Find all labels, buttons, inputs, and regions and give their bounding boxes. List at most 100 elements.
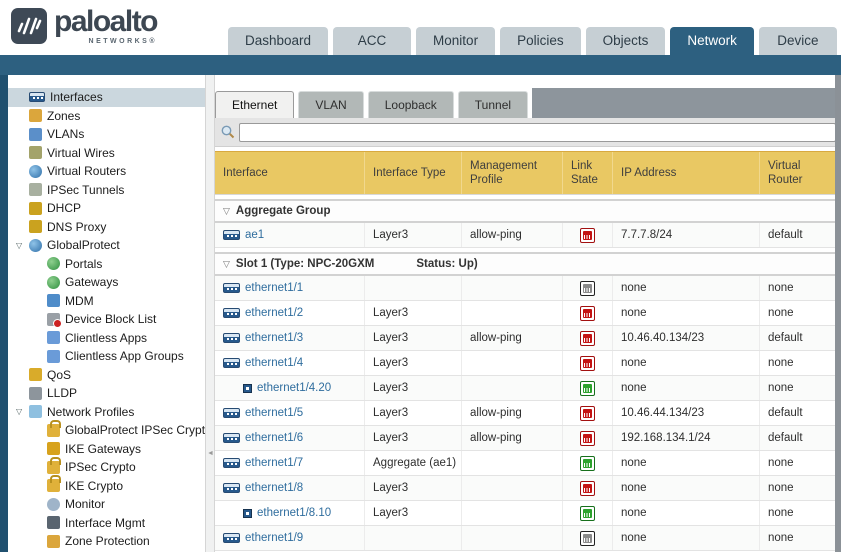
interface-link[interactable]: ethernet1/6: [245, 432, 303, 444]
ip-address-cell: none: [613, 351, 760, 375]
interface-link[interactable]: ethernet1/4.20: [257, 382, 331, 394]
sidebar-item-dhcp[interactable]: DHCP: [8, 199, 205, 218]
interfaces-icon: [29, 92, 45, 102]
column-header-ip-address[interactable]: IP Address: [613, 152, 760, 194]
interface-link[interactable]: ethernet1/4: [245, 357, 303, 369]
management-profile-cell: [462, 276, 563, 300]
sidebar-item-clientless-apps[interactable]: Clientless Apps: [8, 329, 205, 348]
interface-type-cell: Layer3: [365, 476, 462, 500]
ip-address-cell: none: [613, 301, 760, 325]
column-header-management-profile[interactable]: Management Profile: [462, 152, 563, 194]
sidebar-item-lldp[interactable]: LLDP: [8, 384, 205, 403]
interface-link[interactable]: ethernet1/3: [245, 332, 303, 344]
subtab-loopback[interactable]: Loopback: [368, 91, 454, 118]
tab-objects[interactable]: Objects: [586, 27, 666, 55]
row-ethernet1-7[interactable]: ethernet1/7 Aggregate (ae1) none none: [215, 451, 841, 476]
interfaces-table: InterfaceInterface TypeManagement Profil…: [215, 151, 841, 551]
tab-device[interactable]: Device: [759, 27, 837, 55]
virtual-router-cell: default: [760, 326, 841, 350]
tab-acc[interactable]: ACC: [333, 27, 411, 55]
row-ethernet1-1[interactable]: ethernet1/1 none none: [215, 276, 841, 301]
sidebar-splitter[interactable]: ◄: [205, 75, 215, 552]
sidebar-item-zones[interactable]: Zones: [8, 107, 205, 126]
sidebar-item-mdm[interactable]: MDM: [8, 292, 205, 311]
row-ethernet1-8-10[interactable]: ethernet1/8.10 Layer3 none none: [215, 501, 841, 526]
expander-icon[interactable]: ▽: [16, 241, 29, 250]
subtab-tunnel[interactable]: Tunnel: [458, 91, 528, 118]
expander-icon[interactable]: ▽: [16, 407, 29, 416]
interface-link[interactable]: ethernet1/1: [245, 282, 303, 294]
top-header: paloalto NETWORKS® DashboardACCMonitorPo…: [0, 0, 841, 55]
sidebar-item-ike-gateways[interactable]: IKE Gateways: [8, 440, 205, 459]
virtual-router-cell: none: [760, 351, 841, 375]
sidebar-item-interfaces[interactable]: Interfaces: [8, 88, 205, 107]
sidebar-item-globalprotect-ipsec-crypto[interactable]: GlobalProtect IPSec Crypto: [8, 421, 205, 440]
interface-type-cell: Layer3: [365, 223, 462, 247]
sidebar-item-dns-proxy[interactable]: DNS Proxy: [8, 218, 205, 237]
search-icon[interactable]: [220, 124, 236, 140]
link-state-down-icon: [580, 356, 595, 371]
interface-type-cell: [365, 526, 462, 550]
group-expander-icon[interactable]: ▽: [223, 259, 230, 270]
sidebar-item-ipsec-crypto[interactable]: IPSec Crypto: [8, 458, 205, 477]
interface-link[interactable]: ethernet1/5: [245, 407, 303, 419]
group-row-slot-1-type-npc-20gxm[interactable]: ▽ Slot 1 (Type: NPC-20GXM Status: Up): [215, 252, 841, 276]
filter-input[interactable]: [239, 123, 836, 142]
interface-link[interactable]: ae1: [245, 229, 264, 241]
table-body: ▽ Aggregate Group ae1 Layer3 allow-ping …: [215, 199, 841, 551]
sidebar-item-qos[interactable]: QoS: [8, 366, 205, 385]
virtual-router-cell: none: [760, 526, 841, 550]
interface-link[interactable]: ethernet1/8.10: [257, 507, 331, 519]
row-ethernet1-4-20[interactable]: ethernet1/4.20 Layer3 none none: [215, 376, 841, 401]
row-ethernet1-5[interactable]: ethernet1/5 Layer3 allow-ping 10.46.44.1…: [215, 401, 841, 426]
ike-crypto-icon: [47, 479, 60, 492]
subinterface-icon: [243, 384, 252, 393]
subtab-ethernet[interactable]: Ethernet: [215, 91, 294, 118]
group-row-aggregate-group[interactable]: ▽ Aggregate Group: [215, 199, 841, 223]
sidebar-item-gateways[interactable]: Gateways: [8, 273, 205, 292]
tab-network[interactable]: Network: [670, 27, 754, 55]
row-ethernet1-3[interactable]: ethernet1/3 Layer3 allow-ping 10.46.40.1…: [215, 326, 841, 351]
row-ethernet1-6[interactable]: ethernet1/6 Layer3 allow-ping 192.168.13…: [215, 426, 841, 451]
column-header-interface[interactable]: Interface: [215, 152, 365, 194]
sidebar-item-globalprotect[interactable]: ▽ GlobalProtect: [8, 236, 205, 255]
column-header-virtual-router[interactable]: Virtual Router: [760, 152, 841, 194]
row-ethernet1-9[interactable]: ethernet1/9 none none: [215, 526, 841, 551]
sidebar-item-virtual-routers[interactable]: Virtual Routers: [8, 162, 205, 181]
tab-dashboard[interactable]: Dashboard: [228, 27, 328, 55]
sidebar-item-zone-protection[interactable]: Zone Protection: [8, 532, 205, 551]
link-state-down-icon: [580, 481, 595, 496]
link-state-down-icon: [580, 406, 595, 421]
tab-policies[interactable]: Policies: [500, 27, 581, 55]
sidebar-item-portals[interactable]: Portals: [8, 255, 205, 274]
subtab-vlan[interactable]: VLAN: [298, 91, 363, 118]
sidebar-item-interface-mgmt[interactable]: Interface Mgmt: [8, 514, 205, 533]
app-window: paloalto NETWORKS® DashboardACCMonitorPo…: [0, 0, 841, 552]
sidebar-item-ipsec-tunnels[interactable]: IPSec Tunnels: [8, 181, 205, 200]
interface-link[interactable]: ethernet1/8: [245, 482, 303, 494]
column-header-link-state[interactable]: Link State: [563, 152, 613, 194]
sidebar-item-ike-crypto[interactable]: IKE Crypto: [8, 477, 205, 496]
sidebar-item-network-profiles[interactable]: ▽ Network Profiles: [8, 403, 205, 422]
sidebar-item-monitor[interactable]: Monitor: [8, 495, 205, 514]
collapse-sidebar-icon[interactable]: ◄: [207, 450, 214, 457]
tab-monitor[interactable]: Monitor: [416, 27, 495, 55]
interface-link[interactable]: ethernet1/2: [245, 307, 303, 319]
scrollbar-track[interactable]: [835, 75, 841, 552]
virtual-router-cell: default: [760, 223, 841, 247]
interface-type-cell: Layer3: [365, 301, 462, 325]
row-ethernet1-2[interactable]: ethernet1/2 Layer3 none none: [215, 301, 841, 326]
sidebar-item-device-block-list[interactable]: Device Block List: [8, 310, 205, 329]
sidebar-item-clientless-app-groups[interactable]: Clientless App Groups: [8, 347, 205, 366]
sidebar-item-virtual-wires[interactable]: Virtual Wires: [8, 144, 205, 163]
interface-link[interactable]: ethernet1/7: [245, 457, 303, 469]
ipsec-crypto-icon: [47, 461, 60, 474]
network-profiles-icon: [29, 405, 42, 418]
interface-link[interactable]: ethernet1/9: [245, 532, 303, 544]
sidebar-item-vlans[interactable]: VLANs: [8, 125, 205, 144]
column-header-interface-type[interactable]: Interface Type: [365, 152, 462, 194]
row-ethernet1-8[interactable]: ethernet1/8 Layer3 none none: [215, 476, 841, 501]
row-ae1[interactable]: ae1 Layer3 allow-ping 7.7.7.8/24 default: [215, 223, 841, 248]
row-ethernet1-4[interactable]: ethernet1/4 Layer3 none none: [215, 351, 841, 376]
group-expander-icon[interactable]: ▽: [223, 206, 230, 217]
